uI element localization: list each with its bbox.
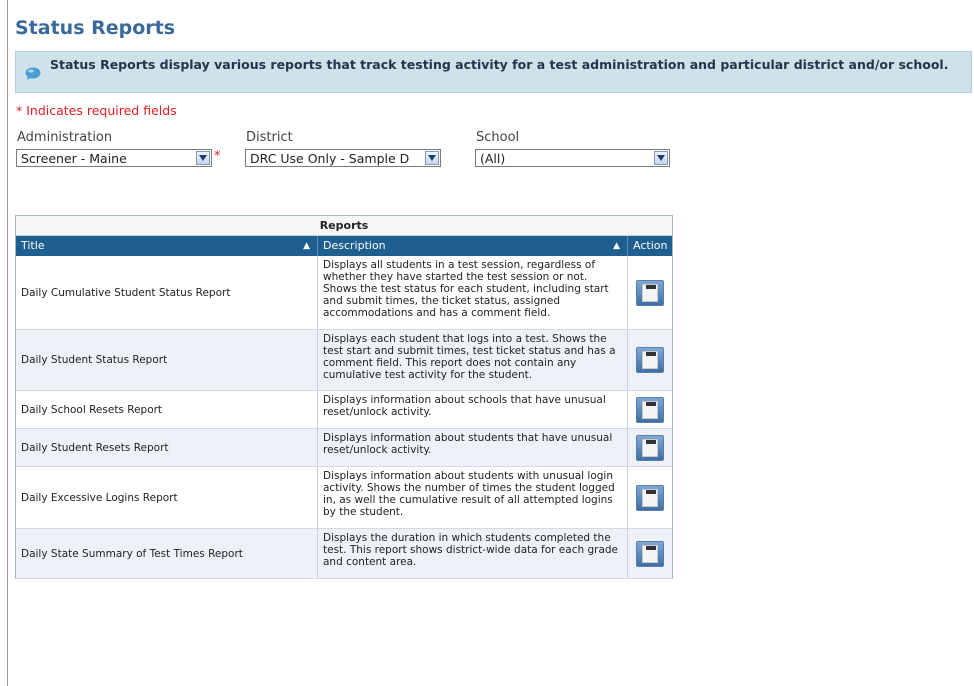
triangle-up-icon[interactable]: ▲ [613, 236, 620, 256]
column-title-label: Title [21, 239, 45, 252]
column-header-action: Action [628, 236, 672, 256]
table-row: Daily State Summary of Test Times Report… [16, 529, 672, 579]
school-label: School [476, 130, 520, 145]
page-title: Status Reports [15, 17, 176, 39]
report-description: Displays each student that logs into a t… [318, 330, 628, 390]
report-description: Displays information about students that… [318, 429, 628, 466]
report-description: Displays all students in a test session,… [318, 256, 628, 329]
table-row: Daily Cumulative Student Status Report D… [16, 256, 672, 330]
school-value: (All) [480, 151, 506, 166]
report-title: Daily Student Status Report [16, 330, 318, 390]
report-title: Daily State Summary of Test Times Report [16, 529, 318, 578]
table-row: Daily Excessive Logins Report Displays i… [16, 467, 672, 529]
column-header-description[interactable]: Description ▲ [318, 236, 628, 256]
administration-label: Administration [17, 130, 113, 145]
report-description: Displays information about schools that … [318, 391, 628, 428]
district-select[interactable]: DRC Use Only - Sample D [245, 149, 441, 167]
table-row: Daily Student Status Report Displays eac… [16, 330, 672, 391]
info-text: Status Reports display various reports t… [50, 57, 949, 72]
table-header: Title ▲ Description ▲ Action [16, 236, 672, 256]
administration-select[interactable]: Screener - Maine [16, 149, 212, 167]
reports-caption: Reports [16, 216, 672, 236]
report-title: Daily Excessive Logins Report [16, 467, 318, 528]
required-star: * [214, 149, 221, 164]
report-title: Daily School Resets Report [16, 391, 318, 428]
table-row: Daily School Resets Report Displays info… [16, 391, 672, 429]
district-value: DRC Use Only - Sample D [250, 151, 410, 166]
chevron-down-icon[interactable] [196, 151, 210, 165]
report-description: Displays information about students with… [318, 467, 628, 528]
report-title: Daily Cumulative Student Status Report [16, 256, 318, 329]
chevron-down-icon[interactable] [425, 151, 439, 165]
column-description-label: Description [323, 239, 386, 252]
csv-download-icon[interactable] [636, 484, 664, 511]
table-row: Daily Student Resets Report Displays inf… [16, 429, 672, 467]
required-fields-note: * Indicates required fields [16, 103, 177, 118]
info-banner: Status Reports display various reports t… [15, 51, 972, 93]
report-description: Displays the duration in which students … [318, 529, 628, 578]
column-header-title[interactable]: Title ▲ [16, 236, 318, 256]
speech-bubble-icon [25, 66, 41, 85]
csv-download-icon[interactable] [636, 347, 664, 373]
school-select[interactable]: (All) [475, 149, 670, 167]
district-label: District [246, 130, 293, 145]
window-border [7, 0, 8, 686]
chevron-down-icon[interactable] [654, 151, 668, 165]
csv-download-icon[interactable] [636, 279, 664, 306]
csv-download-icon[interactable] [636, 540, 664, 567]
report-title: Daily Student Resets Report [16, 429, 318, 466]
column-action-label: Action [633, 239, 668, 252]
triangle-up-icon[interactable]: ▲ [303, 236, 310, 256]
reports-table: Reports Title ▲ Description ▲ Action Dai… [15, 215, 673, 579]
administration-value: Screener - Maine [21, 151, 127, 166]
csv-download-icon[interactable] [636, 434, 664, 461]
csv-download-icon[interactable] [636, 396, 664, 423]
